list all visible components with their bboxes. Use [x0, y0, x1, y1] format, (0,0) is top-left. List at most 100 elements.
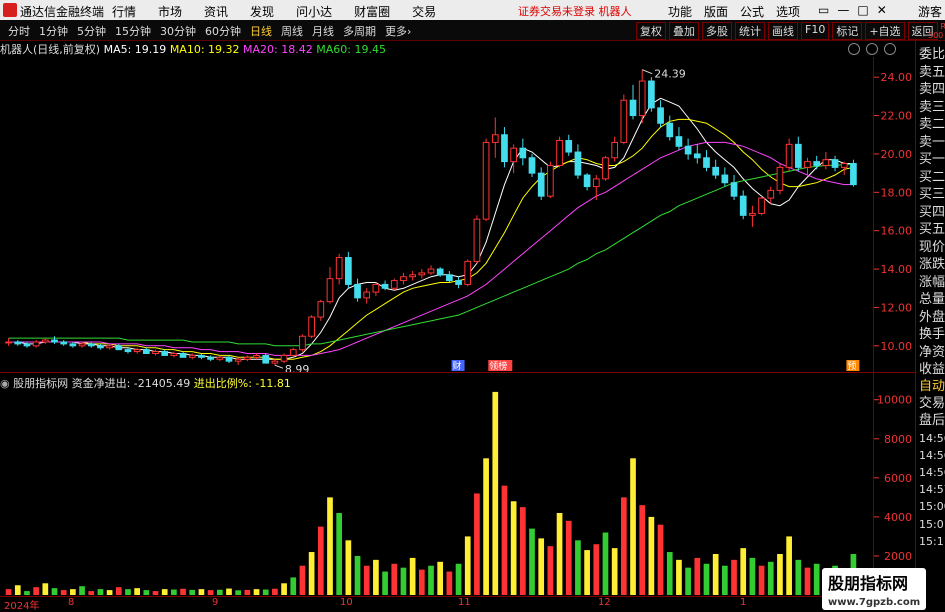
volume-bar	[492, 391, 499, 595]
candle-body	[78, 343, 86, 347]
candle-body	[620, 99, 628, 143]
volume-bar	[556, 512, 563, 595]
volume-bar	[354, 555, 361, 595]
side-panel-item[interactable]: 换手	[919, 327, 945, 343]
volume-bar	[317, 526, 324, 595]
candle-body	[436, 268, 444, 276]
volume-tick-label: 2000	[884, 550, 912, 563]
candle-body	[409, 274, 416, 278]
side-panel-item[interactable]: 买四	[919, 205, 945, 221]
candle-body	[547, 164, 554, 197]
side-panel-item[interactable]: 15:00	[919, 499, 945, 515]
candle-body	[556, 140, 563, 166]
volume-bar	[180, 588, 186, 595]
side-panel-item[interactable]: 卖四	[919, 82, 945, 98]
volume-bar	[795, 559, 802, 595]
side-panel-item[interactable]: 买二	[919, 170, 945, 186]
volume-bar	[722, 565, 728, 595]
volume-bar	[455, 563, 462, 595]
side-panel-item[interactable]: 卖二	[919, 117, 945, 133]
side-panel-item[interactable]: 15:01	[919, 517, 945, 533]
side-panel-item[interactable]: 净资	[919, 345, 945, 361]
indicator-settings-icon[interactable]: ◉	[0, 377, 10, 390]
volume-bar	[409, 557, 416, 595]
volume-bar	[161, 589, 168, 595]
side-panel-item[interactable]: 15:11	[919, 534, 945, 550]
volume-bar	[152, 591, 159, 595]
candle-body	[152, 351, 159, 354]
candle-body	[41, 339, 49, 343]
side-panel-item[interactable]: 现价	[919, 240, 945, 256]
volume-bar	[602, 532, 609, 595]
side-panel-item[interactable]: 14:57	[919, 482, 945, 498]
side-panel-item[interactable]: 14:56	[919, 465, 945, 481]
date-label: 1	[740, 597, 747, 608]
candle-body	[464, 260, 472, 285]
side-panel-item[interactable]: 总量	[919, 292, 945, 308]
price-tick-label: 24.00	[881, 71, 913, 84]
candle-body	[225, 356, 233, 362]
side-panel-item[interactable]: 委比	[919, 47, 945, 63]
indicator-header: ◉ 股朋指标网 资金净进出: -21405.49 进出比例%: -11.81	[0, 375, 291, 391]
side-panel-item[interactable]: 买三	[919, 187, 945, 203]
candle-body	[675, 136, 683, 147]
side-panel-item[interactable]: 买一	[919, 152, 945, 168]
volume-bar	[474, 493, 480, 595]
volume-bar	[134, 588, 140, 595]
side-panel-item[interactable]: 自动	[919, 379, 945, 395]
side-panel-item[interactable]: 涨跌	[919, 257, 945, 273]
volume-bar	[290, 577, 297, 595]
volume-bar	[235, 590, 242, 595]
volume-bar	[777, 553, 783, 595]
volume-bar	[694, 557, 701, 595]
candle-body	[840, 163, 848, 168]
side-panel-item[interactable]: 卖三	[919, 100, 945, 116]
candle-body	[749, 212, 756, 216]
volume-bar	[262, 589, 269, 595]
net-flow-value: 资金净进出: -21405.49	[71, 377, 191, 390]
high-price-label: 24.39	[654, 68, 686, 81]
volume-bar	[272, 588, 278, 595]
side-panel-item[interactable]: 14:56	[919, 431, 945, 447]
side-panel-item[interactable]: 外盘	[919, 310, 945, 326]
volume-bar	[483, 458, 489, 595]
candle-body	[253, 354, 260, 358]
candle-body	[271, 360, 279, 364]
volume-bar	[639, 505, 646, 595]
stock-chart[interactable]: 24.00 22.00 20.00 18.00 16.00 14.00 12.00 10.00…	[0, 0, 945, 609]
date-label: 8	[68, 597, 75, 608]
panel-divider	[0, 372, 915, 373]
volume-tick-label: 10000	[877, 394, 912, 407]
watermark-title: 股朋指标网	[828, 574, 909, 593]
side-panel-item[interactable]: 收益	[919, 362, 945, 378]
candle-body	[299, 335, 306, 351]
ma10-line	[8, 118, 854, 360]
side-panel-item[interactable]: 14:56	[919, 448, 945, 464]
candle-body	[519, 147, 527, 159]
candle-body	[602, 157, 609, 180]
volume-bar	[666, 552, 673, 595]
date-label: 12	[598, 597, 611, 608]
side-panel-item[interactable]: 盘后	[919, 413, 945, 429]
volume-bar	[464, 536, 471, 595]
volume-bar	[79, 586, 85, 595]
volume-bar	[400, 567, 407, 595]
volume-bar	[60, 590, 67, 595]
volume-bar	[547, 546, 554, 595]
candle-body	[115, 345, 123, 351]
volume-bar	[529, 528, 535, 595]
side-panel-item[interactable]: 卖一	[919, 135, 945, 151]
candle-body	[785, 143, 793, 168]
side-panel-item[interactable]: 交易	[919, 396, 945, 412]
volume-tick-label: 8000	[884, 433, 912, 446]
volume-bar	[786, 536, 792, 595]
indicator-name[interactable]: 股朋指标网	[13, 377, 68, 390]
side-panel-item[interactable]: 买五	[919, 222, 945, 238]
side-panel-item[interactable]: 卖五	[919, 65, 945, 81]
date-label: 9	[212, 597, 219, 608]
side-panel-item[interactable]: 涨幅	[919, 275, 945, 291]
candle-body	[648, 80, 655, 109]
volume-bar	[575, 540, 581, 595]
volume-bar	[657, 524, 664, 595]
candle-body	[363, 291, 371, 299]
